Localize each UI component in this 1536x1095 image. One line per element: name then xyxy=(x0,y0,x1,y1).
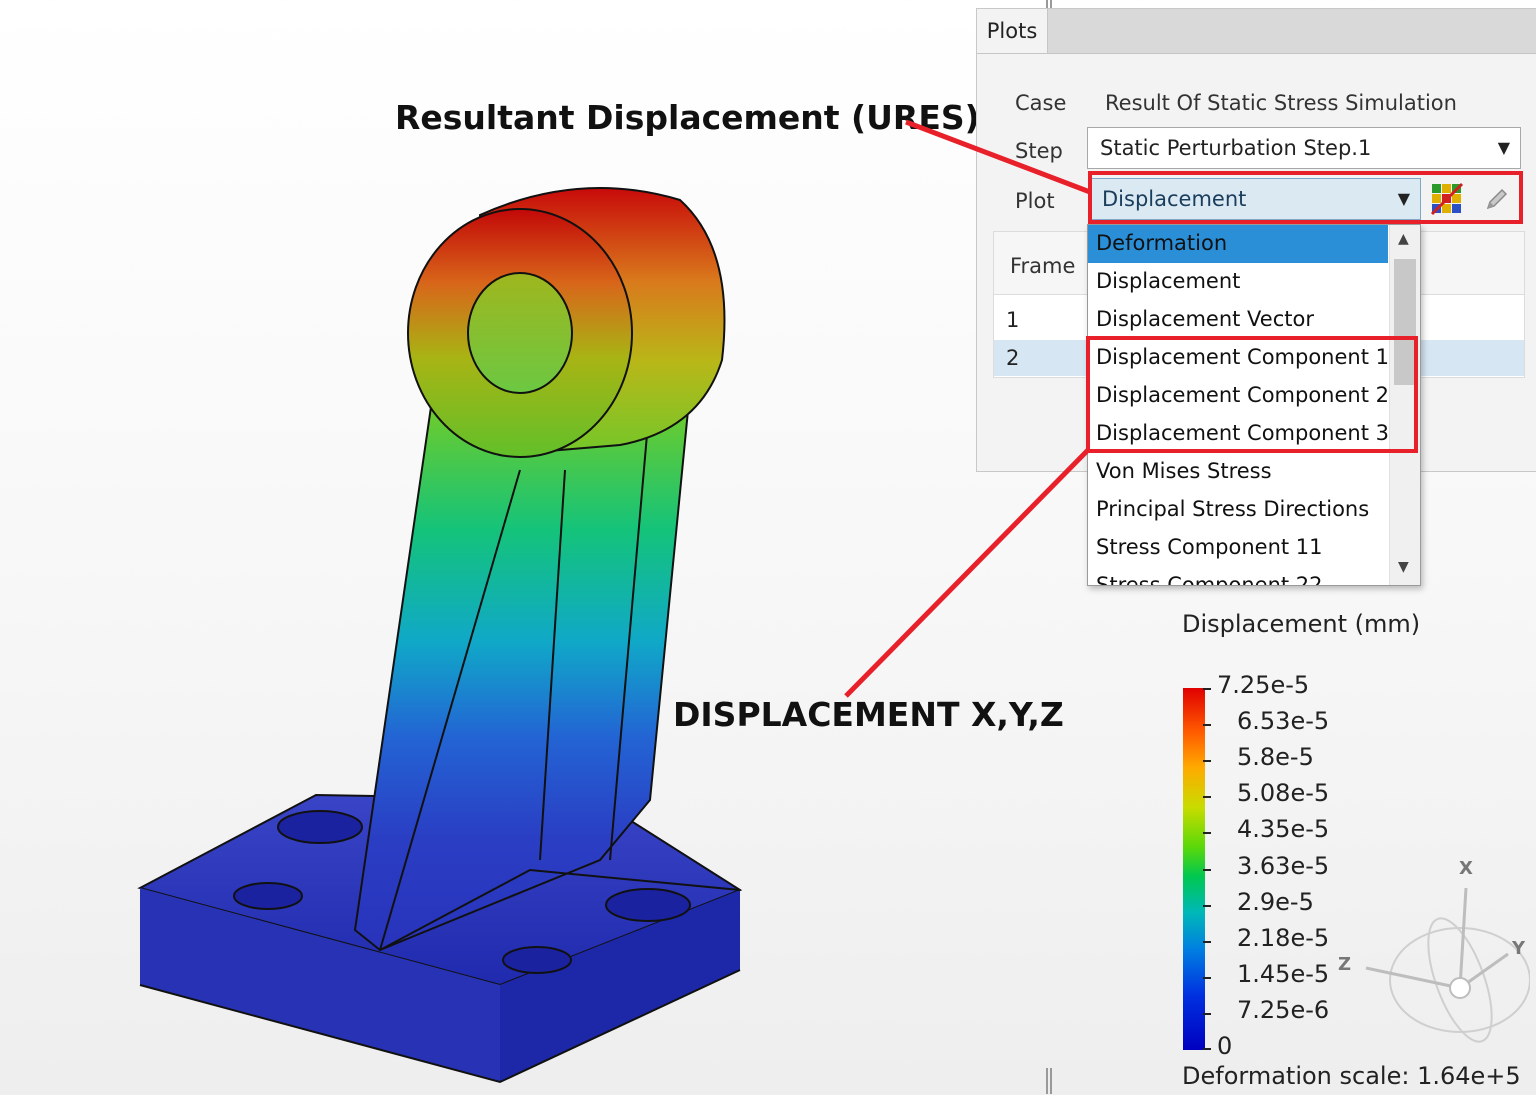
panel-splitter-bottom[interactable] xyxy=(1046,1068,1052,1094)
deformation-scale: Deformation scale: 1.64e+5 xyxy=(1182,1062,1521,1090)
legend-tick-label: 2.9e-5 xyxy=(1237,888,1314,916)
legend-tick-label: 5.08e-5 xyxy=(1237,779,1330,807)
legend-tick-label: 5.8e-5 xyxy=(1237,743,1314,771)
legend-tick-mark xyxy=(1203,796,1211,798)
legend-tick-label: 3.63e-5 xyxy=(1237,852,1330,880)
frame-column-header: Frame xyxy=(1010,254,1076,278)
step-select-value: Static Perturbation Step.1 xyxy=(1100,136,1372,160)
dropdown-item-von-mises-stress[interactable]: Von Mises Stress xyxy=(1088,453,1388,491)
chevron-down-icon: ▼ xyxy=(1497,138,1510,157)
legend-tick-label: 1.45e-5 xyxy=(1237,960,1330,988)
dropdown-item-displacement[interactable]: Displacement xyxy=(1088,263,1388,301)
legend-tick-mark xyxy=(1203,1013,1211,1015)
tab-plots[interactable]: Plots xyxy=(977,9,1048,53)
legend-tick-mark xyxy=(1203,941,1211,943)
step-label: Step xyxy=(1015,139,1063,163)
legend-tick-mark xyxy=(1203,977,1211,979)
legend-tick-label: 2.18e-5 xyxy=(1237,924,1330,952)
legend-tick-label: 6.53e-5 xyxy=(1237,707,1330,735)
triad-label-y: Y xyxy=(1511,938,1526,959)
legend-tick-label: 4.35e-5 xyxy=(1237,815,1330,843)
step-select[interactable]: Static Perturbation Step.1 ▼ xyxy=(1087,127,1521,169)
legend-tick-mark xyxy=(1203,869,1211,871)
legend-tick-mark xyxy=(1203,905,1211,907)
legend-tick-mark xyxy=(1203,1048,1211,1050)
dropdown-item-stress-component-22[interactable]: Stress Component 22 xyxy=(1088,567,1388,585)
legend-tick-label: 7.25e-6 xyxy=(1237,996,1330,1024)
legend-tick-mark xyxy=(1203,688,1211,690)
dropdown-item-deformation[interactable]: Deformation xyxy=(1088,225,1388,263)
highlight-displacement-components xyxy=(1086,336,1418,453)
legend-colorbar xyxy=(1183,688,1205,1050)
highlight-plot-select xyxy=(1088,171,1523,224)
legend-tick-mark xyxy=(1203,832,1211,834)
bracket-model-viewport[interactable] xyxy=(0,0,1080,1095)
annotation-displacement-xyz: DISPLACEMENT X,Y,Z xyxy=(673,695,1064,734)
scroll-down-icon[interactable]: ▼ xyxy=(1398,559,1409,575)
triad-label-x: X xyxy=(1459,858,1473,879)
annotation-resultant-displacement: Resultant Displacement (URES) xyxy=(395,98,980,137)
legend-tick-mark xyxy=(1203,760,1211,762)
panel-splitter-top[interactable] xyxy=(1046,0,1052,8)
dropdown-item-principal-stress-directions[interactable]: Principal Stress Directions xyxy=(1088,491,1388,529)
axis-triad-icon[interactable]: X Z Y xyxy=(1330,850,1530,1050)
dropdown-item-displacement-vector[interactable]: Displacement Vector xyxy=(1088,301,1388,339)
triad-label-z: Z xyxy=(1338,954,1351,975)
case-value: Result Of Static Stress Simulation xyxy=(1105,91,1457,115)
case-label: Case xyxy=(1015,91,1067,115)
legend-tick-label: 7.25e-5 xyxy=(1217,671,1310,699)
panel-tabstrip: Plots xyxy=(977,9,1536,54)
bracket-boss xyxy=(407,187,726,458)
dropdown-item-stress-component-11[interactable]: Stress Component 11 xyxy=(1088,529,1388,567)
scroll-up-icon[interactable]: ▲ xyxy=(1398,231,1409,247)
legend-tick-mark xyxy=(1203,724,1211,726)
legend-tick-label: 0 xyxy=(1217,1032,1233,1060)
legend-title: Displacement (mm) xyxy=(1182,610,1421,638)
plot-label: Plot xyxy=(1015,189,1055,213)
